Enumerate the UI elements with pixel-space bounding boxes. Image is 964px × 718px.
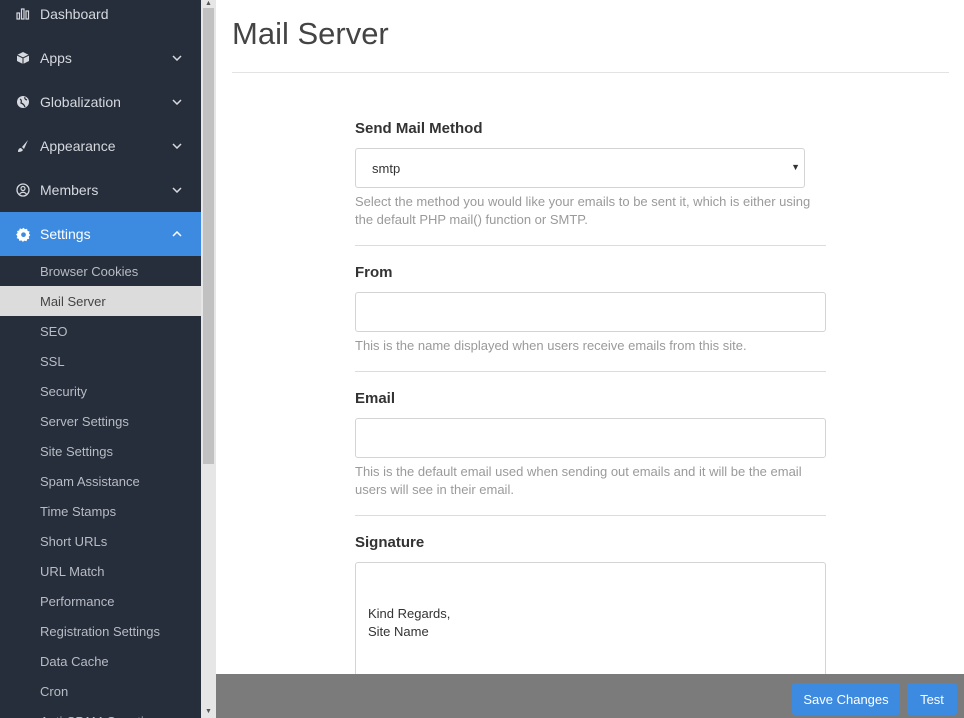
from-input[interactable] <box>355 292 826 332</box>
bar-chart-icon <box>15 6 31 22</box>
sidebar-item-label: Apps <box>40 50 72 66</box>
scroll-down-arrow-icon[interactable]: ▼ <box>204 708 213 716</box>
chevron-down-icon <box>171 140 183 152</box>
sidebar: Dashboard Apps Globalization Appearance <box>0 0 201 718</box>
save-changes-button[interactable]: Save Changes <box>792 683 900 715</box>
chevron-up-icon <box>171 228 183 240</box>
sidebar-item-label: Settings <box>40 226 91 242</box>
section-divider <box>355 371 826 372</box>
submenu-item-time-stamps[interactable]: Time Stamps <box>0 496 201 526</box>
email-label: Email <box>355 390 396 407</box>
sidebar-item-appearance[interactable]: Appearance <box>0 124 201 168</box>
send-mail-method-help: Select the method you would like your em… <box>355 194 811 227</box>
submenu-item-anti-spam-questions[interactable]: Anti-SPAM Questions <box>0 706 201 718</box>
submenu-item-seo[interactable]: SEO <box>0 316 201 346</box>
from-help: This is the name displayed when users re… <box>355 338 747 353</box>
test-button[interactable]: Test <box>907 683 957 715</box>
submenu-item-cron[interactable]: Cron <box>0 676 201 706</box>
submenu-item-ssl[interactable]: SSL <box>0 346 201 376</box>
chevron-down-icon <box>171 96 183 108</box>
brush-icon <box>15 138 31 154</box>
page-title: Mail Server <box>232 16 389 51</box>
submenu-item-url-match[interactable]: URL Match <box>0 556 201 586</box>
sidebar-item-dashboard[interactable]: Dashboard <box>0 0 201 36</box>
dropdown-caret-icon: ▼ <box>791 162 800 172</box>
submenu-item-spam-assistance[interactable]: Spam Assistance <box>0 466 201 496</box>
sidebar-item-label: Appearance <box>40 138 116 154</box>
send-mail-method-label: Send Mail Method <box>355 120 483 137</box>
gear-icon <box>15 226 31 242</box>
submenu-item-performance[interactable]: Performance <box>0 586 201 616</box>
cube-icon <box>15 50 31 66</box>
sidebar-item-label: Globalization <box>40 94 121 110</box>
sidebar-scrollbar-thumb[interactable] <box>203 8 214 464</box>
submenu-item-registration-settings[interactable]: Registration Settings <box>0 616 201 646</box>
submenu-item-server-settings[interactable]: Server Settings <box>0 406 201 436</box>
submenu-item-security[interactable]: Security <box>0 376 201 406</box>
sidebar-item-globalization[interactable]: Globalization <box>0 80 201 124</box>
sidebar-item-label: Members <box>40 182 99 198</box>
sidebar-item-label: Dashboard <box>40 6 109 22</box>
submenu-item-short-urls[interactable]: Short URLs <box>0 526 201 556</box>
email-input[interactable] <box>355 418 826 458</box>
signature-label: Signature <box>355 534 425 551</box>
email-help: This is the default email used when send… <box>355 464 802 497</box>
sidebar-item-settings[interactable]: Settings <box>0 212 201 256</box>
submenu-item-site-settings[interactable]: Site Settings <box>0 436 201 466</box>
sidebar-item-members[interactable]: Members <box>0 168 201 212</box>
section-divider <box>355 245 826 246</box>
user-circle-icon <box>15 182 31 198</box>
scroll-up-arrow-icon[interactable]: ▲ <box>204 0 213 8</box>
submenu-item-browser-cookies[interactable]: Browser Cookies <box>0 256 201 286</box>
from-label: From <box>355 264 393 281</box>
chevron-down-icon <box>171 184 183 196</box>
send-mail-method-value: smtp <box>372 160 401 176</box>
submenu-item-mail-server[interactable]: Mail Server <box>0 286 201 316</box>
section-divider <box>355 515 826 516</box>
submenu-item-data-cache[interactable]: Data Cache <box>0 646 201 676</box>
sidebar-item-apps[interactable]: Apps <box>0 36 201 80</box>
globe-icon <box>15 94 31 110</box>
chevron-down-icon <box>171 52 183 64</box>
send-mail-method-select[interactable]: smtp ▼ <box>355 148 805 188</box>
title-divider <box>232 72 949 73</box>
